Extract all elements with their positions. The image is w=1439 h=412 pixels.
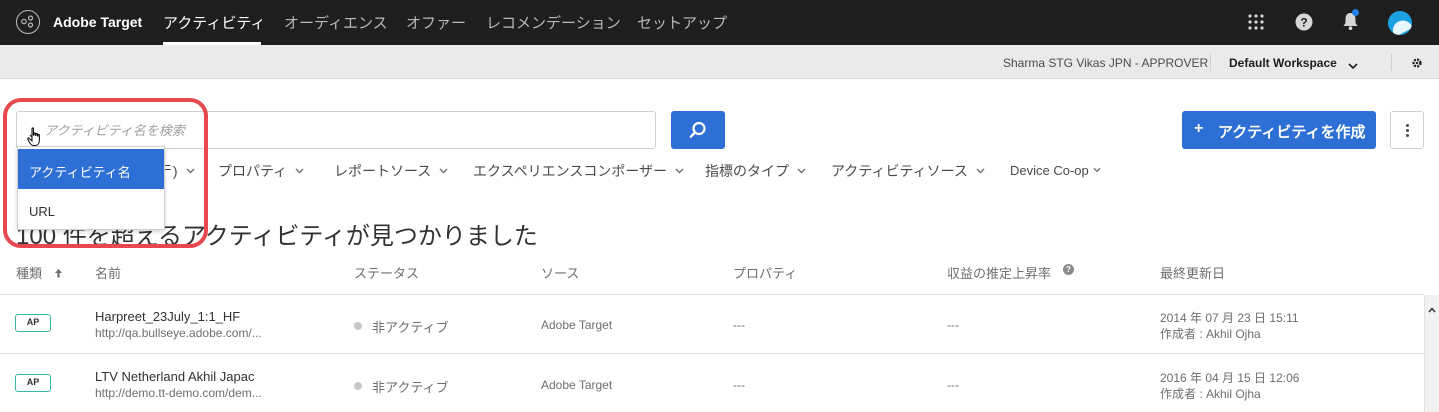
column-header-property[interactable]: プロパティ xyxy=(733,263,797,282)
nav-tab-setup[interactable]: セットアップ xyxy=(637,12,727,33)
create-activity-button[interactable]: + アクティビティを作成 xyxy=(1182,111,1376,149)
filter-metric-type[interactable]: 指標のタイプ xyxy=(705,161,806,181)
nav-tab-audiences[interactable]: オーディエンス xyxy=(284,12,388,33)
adobe-target-logo-icon[interactable] xyxy=(16,10,40,34)
nav-tab-offers[interactable]: オファー xyxy=(406,12,466,33)
filter-experience-composer[interactable]: エクスペリエンスコンポーザー xyxy=(473,161,684,181)
activity-type-badge: AP xyxy=(15,314,51,332)
gear-icon[interactable] xyxy=(1411,56,1423,74)
top-navigation-bar: Adobe Target アクティビティ オーディエンス オファー レコメンデー… xyxy=(0,0,1439,45)
chevron-down-icon xyxy=(1093,161,1101,176)
activity-estimated-lift: --- xyxy=(947,318,959,332)
divider xyxy=(0,353,1424,354)
column-header-type[interactable]: 種類 xyxy=(16,263,42,282)
chevron-down-icon xyxy=(797,161,806,177)
activity-source: Adobe Target xyxy=(541,318,613,332)
table-row[interactable]: AP LTV Netherland Akhil Japac http://dem… xyxy=(0,355,1424,412)
activity-status: 非アクティブ xyxy=(372,320,449,335)
column-header-source[interactable]: ソース xyxy=(541,263,579,282)
create-activity-label: アクティビティを作成 xyxy=(1218,124,1366,141)
more-vertical-icon xyxy=(1406,124,1409,127)
table-row[interactable]: AP Harpreet_23July_1:1_HF http://qa.bull… xyxy=(0,295,1424,353)
chevron-down-icon[interactable] xyxy=(1348,57,1358,75)
activity-author: 作成者 : Akhil Ojha xyxy=(1160,387,1261,401)
activity-status: 非アクティブ xyxy=(372,380,449,395)
app-name[interactable]: Adobe Target xyxy=(53,14,142,30)
activity-property: --- xyxy=(733,318,745,332)
scroll-up-arrow-icon[interactable] xyxy=(1428,300,1436,318)
activity-estimated-lift: --- xyxy=(947,378,959,392)
activity-last-updated: 2014 年 07 月 23 日 15:11 xyxy=(1160,311,1299,325)
status-indicator xyxy=(354,382,362,390)
nav-tab-activities[interactable]: アクティビティ xyxy=(163,12,265,33)
divider xyxy=(1210,54,1211,71)
filter-activity-source[interactable]: アクティビティソース xyxy=(831,161,985,181)
filter-device-coop[interactable]: Device Co-op xyxy=(1010,161,1101,178)
divider xyxy=(1391,54,1392,71)
filter-property[interactable]: プロパティ xyxy=(218,161,304,181)
activity-source: Adobe Target xyxy=(541,378,613,392)
activity-name-link[interactable]: LTV Netherland Akhil Japac xyxy=(95,369,254,384)
column-header-estimated-lift[interactable]: 収益の推定上昇率 xyxy=(947,263,1051,282)
workspace-bar: Sharma STG Vikas JPN - APPROVER Default … xyxy=(0,45,1439,79)
plus-icon: + xyxy=(1194,120,1204,137)
chevron-down-icon xyxy=(439,161,448,177)
column-header-status[interactable]: ステータス xyxy=(354,263,419,282)
activity-url: http://qa.bullseye.adobe.com/... xyxy=(95,326,262,340)
filter-report-source[interactable]: レポートソース xyxy=(334,161,448,181)
apps-grid-icon[interactable] xyxy=(1248,14,1264,35)
status-indicator xyxy=(354,322,362,330)
avatar[interactable] xyxy=(1388,11,1412,35)
nav-tab-recommendations[interactable]: レコメンデーション xyxy=(486,12,621,33)
user-role-label: Sharma STG Vikas JPN - APPROVER xyxy=(1003,56,1209,70)
workspace-selector[interactable]: Default Workspace xyxy=(1229,56,1337,70)
column-header-last-updated[interactable]: 最終更新日 xyxy=(1160,263,1225,282)
activity-type-badge: AP xyxy=(15,374,51,392)
search-button[interactable] xyxy=(671,111,725,149)
svg-text:?: ? xyxy=(1300,16,1307,30)
activity-property: --- xyxy=(733,378,745,392)
activity-url: http://demo.tt-demo.com/dem... xyxy=(95,386,262,400)
activity-name-link[interactable]: Harpreet_23July_1:1_HF xyxy=(95,309,240,324)
chevron-down-icon xyxy=(295,161,304,177)
sort-ascending-icon[interactable] xyxy=(54,265,63,283)
help-icon[interactable]: ? xyxy=(1295,13,1313,36)
activity-author: 作成者 : Akhil Ojha xyxy=(1160,327,1261,341)
column-header-name[interactable]: 名前 xyxy=(95,263,121,282)
chevron-down-icon xyxy=(675,161,684,177)
chevron-down-icon xyxy=(976,161,985,177)
more-options-button[interactable] xyxy=(1390,111,1424,149)
search-icon xyxy=(689,121,706,138)
help-icon[interactable]: ? xyxy=(1063,264,1074,275)
activity-last-updated: 2016 年 04 月 15 日 12:06 xyxy=(1160,371,1300,385)
highlight-annotation-ring xyxy=(3,98,208,248)
notification-dot xyxy=(1352,9,1359,16)
hand-pointer-cursor-icon xyxy=(27,127,43,152)
